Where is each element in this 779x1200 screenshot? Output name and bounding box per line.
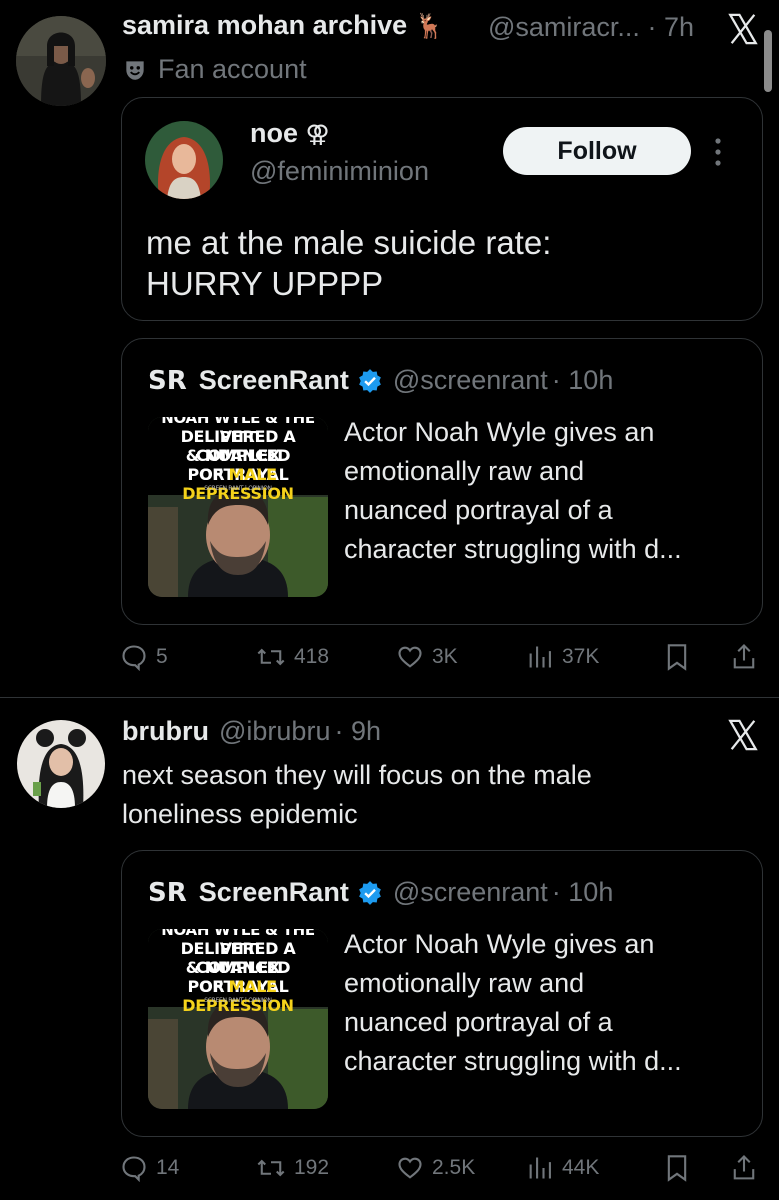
view-count: 44K [562,1156,600,1179]
reply-count: 5 [156,645,168,668]
reply-count: 14 [156,1156,180,1179]
views-button[interactable]: 37K [526,637,599,677]
repost-icon [257,1159,285,1177]
tweet-divider [0,697,779,698]
quoted-display-name[interactable]: noe ⚢ [250,118,330,149]
quoted-tweet-text: me at the male suicide rate: HURRY UPPPP [146,224,552,302]
verified-badge-icon [358,368,381,393]
views-chart-icon [529,1157,551,1179]
user-handle[interactable]: @samiracr... · 7h [488,12,694,43]
tweet-actions: 14 192 2.5K 44K [120,1148,760,1188]
like-count: 3K [432,645,458,668]
repost-count: 418 [294,645,330,668]
source-name: ScreenRant [198,365,349,395]
card-time: · 10h [551,365,614,395]
reply-icon [122,1156,146,1182]
bookmark-icon[interactable] [664,1154,690,1182]
deer-emoji: 🦌 [414,13,445,40]
views-chart-icon [529,646,551,668]
share-icon[interactable] [730,1153,758,1183]
scrollbar-thumb[interactable] [764,30,772,92]
like-count: 2.5K [432,1156,476,1179]
view-count: 37K [562,645,600,668]
theater-masks-icon [126,60,144,80]
quoted-tweet[interactable]: noe ⚢ @feminiminion Follow me at the mal… [121,97,763,321]
bookmark-icon[interactable] [664,643,690,671]
repost-button[interactable]: 418 [256,637,329,677]
thumb-source-label: SCREEN RANT | OPINION [204,485,272,492]
screenrant-logo-icon: SR [148,365,187,396]
card-header[interactable]: SR ScreenRant @screenrant · 10h [148,365,613,396]
reply-button[interactable]: 14 [120,1148,179,1188]
avatar-brubru[interactable] [17,720,105,808]
user-handle[interactable]: @ibrubru [219,716,330,747]
card-time: · 10h [551,877,614,907]
source-name: ScreenRant [198,877,349,907]
article-description: Actor Noah Wyle gives an emotionally raw… [344,417,682,564]
thumb-source-label: SCREEN RANT | OPINION [204,997,272,1004]
more-options-icon[interactable] [712,136,724,168]
tweet-header: brubru @ibrubru · 9h [122,716,381,747]
article-description: Actor Noah Wyle gives an emotionally raw… [344,929,682,1076]
quoted-link-card[interactable]: SR ScreenRant @screenrant · 10h NOAH WYL… [121,850,763,1137]
like-button[interactable]: 3K [396,637,458,677]
repost-button[interactable]: 192 [256,1148,329,1188]
reply-button[interactable]: 5 [120,637,168,677]
account-label[interactable]: Fan account [122,54,307,85]
tweet-actions: 5 418 3K 37K [120,637,760,677]
card-handle: @screenrant [392,365,548,395]
verified-badge-icon [358,880,381,905]
quoted-handle[interactable]: @feminiminion [250,156,429,187]
reply-icon [122,645,146,671]
repost-icon [257,648,285,666]
display-name[interactable]: brubru [122,716,209,747]
article-thumbnail[interactable]: NOAH WYLE & THE PITT DELIVERED A COMPLEX… [148,929,328,1109]
x-logo-icon[interactable] [726,718,760,752]
heart-icon [398,1157,422,1179]
like-button[interactable]: 2.5K [396,1148,475,1188]
screenrant-logo-icon: SR [148,877,187,908]
heart-icon [398,646,422,668]
post-time: · 9h [334,716,381,746]
post-time: · 7h [647,12,694,42]
share-icon[interactable] [730,642,758,672]
quoted-link-card[interactable]: SR ScreenRant @screenrant · 10h NOAH WYL… [121,338,763,625]
thumb-headline-3: OF MALE DEPRESSION [182,465,294,503]
card-header[interactable]: SR ScreenRant @screenrant · 10h [148,877,613,908]
follow-button[interactable]: Follow [503,127,691,175]
article-thumbnail[interactable]: NOAH WYLE & THE PITT DELIVERED A COMPLEX… [148,417,328,597]
thumb-headline-3: OF MALE DEPRESSION [182,977,294,1015]
lesbian-symbol-icon: ⚢ [305,120,330,148]
avatar-samira[interactable] [16,16,106,106]
avatar-noe[interactable] [145,121,223,199]
tweet-text: next season they will focus on the male … [122,760,592,829]
card-handle: @screenrant [392,877,548,907]
avatar-image [16,16,106,106]
display-name[interactable]: samira mohan archive 🦌 [122,10,445,41]
avatar-image [145,121,223,199]
repost-count: 192 [294,1156,330,1179]
x-logo-icon[interactable] [726,12,760,46]
views-button[interactable]: 44K [526,1148,599,1188]
avatar-image [17,720,105,808]
